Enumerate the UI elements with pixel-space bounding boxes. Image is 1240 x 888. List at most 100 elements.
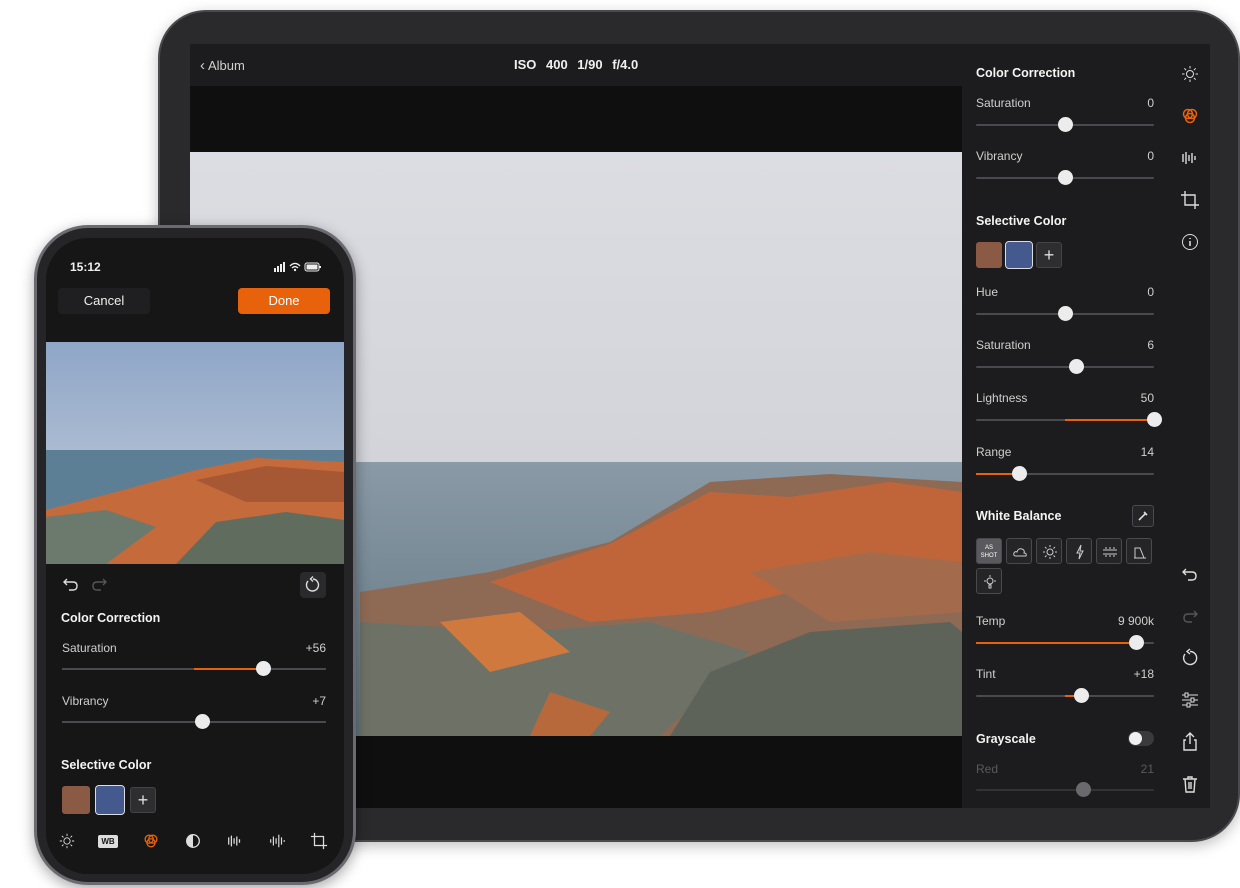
slider-label: Saturation	[976, 96, 1031, 110]
color-correction-title: Color Correction	[976, 66, 1076, 80]
light-icon[interactable]	[58, 832, 76, 850]
color-icon[interactable]	[1180, 106, 1200, 126]
wb-daylight-button[interactable]	[1036, 538, 1062, 564]
selective-saturation-slider[interactable]	[976, 359, 1154, 374]
wb-shade-button[interactable]	[1126, 538, 1152, 564]
temp-slider[interactable]	[976, 635, 1154, 650]
slider-label: Hue	[976, 285, 999, 299]
color-correction-title: Color Correction	[61, 611, 161, 625]
undo-icon[interactable]	[1180, 564, 1200, 584]
undo-icon[interactable]	[62, 576, 82, 594]
light-icon[interactable]	[1180, 64, 1200, 84]
chevron-left-icon: ‹	[200, 57, 205, 74]
saturation-slider[interactable]	[62, 661, 326, 676]
color-swatch-brown[interactable]	[62, 786, 90, 814]
slider-value: 9 900k	[1117, 614, 1154, 628]
slider-label: Range	[976, 445, 1012, 459]
status-icons	[274, 262, 321, 272]
adjustments-panel: Color Correction Saturation 0 Vibrancy 0…	[962, 44, 1168, 808]
as-shot-label: SHOT	[980, 553, 998, 559]
as-shot-label: AS	[984, 545, 993, 551]
tool-rail	[1168, 44, 1210, 808]
slider-knob[interactable]	[1129, 635, 1145, 650]
color-swatch-brown[interactable]	[976, 242, 1002, 268]
lightness-slider[interactable]	[976, 412, 1162, 427]
slider-value: 50	[1140, 391, 1154, 405]
selective-color-title: Selective Color	[976, 214, 1067, 228]
slider-knob[interactable]	[194, 714, 210, 729]
noise-icon[interactable]	[268, 832, 286, 850]
hue-slider[interactable]	[976, 306, 1154, 321]
eyedropper-icon	[1138, 511, 1148, 521]
slider-value: 14	[1140, 445, 1154, 459]
red-value: 21	[1140, 762, 1154, 776]
status-time: 15:12	[70, 260, 101, 274]
trash-icon[interactable]	[1180, 774, 1200, 794]
redo-icon[interactable]	[88, 576, 108, 594]
wb-button[interactable]: WB	[98, 835, 118, 848]
detail-icon[interactable]	[1180, 148, 1200, 168]
fluorescent-icon	[1103, 547, 1117, 557]
eyedropper-button[interactable]	[1132, 505, 1154, 527]
saturation-slider[interactable]	[976, 117, 1154, 132]
add-color-button[interactable]: +	[130, 787, 156, 813]
back-button[interactable]: ‹ Album	[200, 57, 245, 74]
tint-slider[interactable]	[976, 688, 1154, 703]
slider-knob[interactable]	[1074, 688, 1090, 703]
slider-value: +18	[1133, 667, 1154, 681]
slider-fill	[194, 668, 263, 670]
cancel-button[interactable]: Cancel	[58, 288, 150, 314]
wb-flash-button[interactable]	[1066, 538, 1092, 564]
white-balance-title: White Balance	[976, 509, 1062, 523]
sun-icon	[1043, 545, 1057, 559]
slider-knob[interactable]	[1058, 117, 1073, 132]
revert-icon[interactable]	[1180, 648, 1200, 668]
vibrancy-slider[interactable]	[62, 714, 326, 729]
done-button[interactable]: Done	[238, 288, 330, 314]
redo-icon[interactable]	[1180, 606, 1200, 626]
adjust-icon[interactable]	[1180, 690, 1200, 710]
slider-value: 0	[1147, 149, 1154, 163]
toggle-knob	[1129, 732, 1142, 745]
slider-label: Temp	[976, 614, 1006, 628]
grayscale-toggle[interactable]	[1128, 731, 1154, 746]
red-label: Red	[976, 762, 999, 776]
grayscale-label: Grayscale	[976, 732, 1036, 746]
iphone-toolbar: WB	[46, 824, 344, 874]
slider-fill	[976, 642, 1137, 644]
crop-icon[interactable]	[1180, 190, 1200, 210]
vibrancy-slider[interactable]	[976, 170, 1154, 185]
wb-tungsten-button[interactable]	[976, 568, 1002, 594]
share-icon[interactable]	[1180, 732, 1200, 752]
iphone-screen: 15:12 Cancel Done Color Correction Satur…	[46, 238, 344, 874]
slider-value: +56	[305, 641, 326, 655]
wb-fluorescent-button[interactable]	[1096, 538, 1122, 564]
slider-knob[interactable]	[255, 661, 271, 676]
color-swatch-blue[interactable]	[95, 785, 125, 815]
wb-as-shot-button[interactable]: AS SHOT	[976, 538, 1002, 564]
red-slider[interactable]	[976, 782, 1154, 797]
slider-knob[interactable]	[1058, 306, 1073, 321]
info-icon[interactable]	[1180, 232, 1200, 252]
shade-icon	[1134, 547, 1146, 559]
color-swatch-blue[interactable]	[1005, 241, 1033, 269]
slider-knob[interactable]	[1068, 359, 1084, 374]
add-color-button[interactable]: +	[1036, 242, 1062, 268]
iphone-photo-preview	[46, 342, 344, 564]
ipad-top-bar: ‹ Album ISO 400 1/90 f/4.0	[190, 44, 962, 86]
slider-value: +7	[312, 694, 326, 708]
range-slider[interactable]	[976, 466, 1154, 481]
exif-info: ISO 400 1/90 f/4.0	[514, 57, 639, 72]
crop-icon[interactable]	[310, 832, 328, 850]
slider-label: Saturation	[976, 338, 1031, 352]
contrast-icon[interactable]	[184, 832, 202, 850]
revert-button[interactable]	[300, 572, 326, 598]
slider-knob[interactable]	[1058, 170, 1073, 185]
color-icon[interactable]	[142, 832, 160, 850]
slider-knob[interactable]	[1011, 466, 1027, 481]
slider-knob[interactable]	[1075, 782, 1091, 797]
wb-cloudy-button[interactable]	[1006, 538, 1032, 564]
slider-label: Lightness	[976, 391, 1028, 405]
slider-knob[interactable]	[1147, 412, 1162, 427]
detail-icon[interactable]	[226, 832, 244, 850]
